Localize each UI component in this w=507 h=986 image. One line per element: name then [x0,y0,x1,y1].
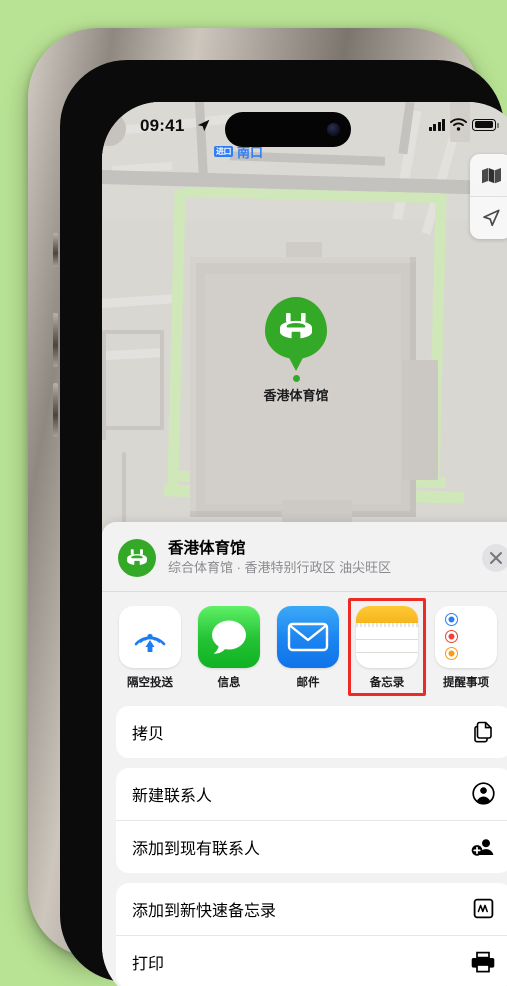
messages-icon [198,605,260,668]
map-place-pin[interactable]: 香港体育馆 [236,297,356,404]
action-row-print[interactable]: 打印 [116,934,507,986]
page-subtitle: 综合体育馆 · 香港特别行政区 油尖旺区 [168,560,392,576]
action-label: 添加到新快速备忘录 [132,902,277,920]
status-icons [428,118,499,131]
volume-down-button[interactable] [53,383,58,437]
phone-screen: 进口 南口 香港体育馆 09:41 香港体育馆 综合体育馆 · 香港特别行政区 … [102,102,507,986]
map-controls [470,154,507,239]
share-sheet-header: 香港体育馆 综合体育馆 · 香港特别行政区 油尖旺区 [102,522,507,591]
share-action-list: 拷贝 新建联系人 添加到现有联系人 添加到新快速备忘录 打印 [102,700,507,986]
phone-bezel: 进口 南口 香港体育馆 09:41 香港体育馆 综合体育馆 · 香港特别行政区 … [60,60,507,986]
front-camera-icon [327,123,340,136]
person-badge-plus-icon [470,834,496,860]
printer-icon [470,949,496,975]
action-label: 拷贝 [132,725,165,743]
pin-bubble [265,297,327,359]
person-circle-icon [470,781,496,807]
close-icon [490,552,502,564]
navigation-arrow-icon [483,209,500,227]
share-target-label: 隔空投送 [127,676,173,689]
share-app-row[interactable]: 隔空投送 信息 邮件 备忘录 提醒事项 [102,591,507,700]
mail-icon [277,605,339,668]
action-row-add-quick-note[interactable]: 添加到新快速备忘录 [116,883,507,935]
dynamic-island [225,112,351,147]
avatar [118,539,156,577]
action-row-add-existing-contact[interactable]: 添加到现有联系人 [116,819,507,873]
pin-label: 香港体育馆 [263,388,329,403]
action-label: 打印 [132,955,165,973]
share-target-messages[interactable]: 信息 [198,605,260,690]
reminders-icon [435,605,497,668]
share-target-label: 邮件 [296,676,320,689]
action-label: 新建联系人 [132,787,213,805]
close-button[interactable] [482,544,507,572]
locate-me-button[interactable] [470,196,507,239]
action-group-notes: 添加到新快速备忘录 打印 [116,882,507,986]
action-label: 添加到现有联系人 [132,840,261,858]
pin-anchor-dot [292,375,300,382]
share-target-mail[interactable]: 邮件 [277,605,339,690]
share-sheet: 香港体育馆 综合体育馆 · 香港特别行政区 油尖旺区 隔空投送 信息 邮件 备忘… [102,522,507,986]
location-arrow-icon [197,119,210,132]
share-target-notes[interactable]: 备忘录 [348,597,426,696]
airdrop-icon [119,605,181,668]
cellular-bars-icon [428,119,445,131]
share-target-label: 提醒事项 [443,676,489,689]
screenshot-root: 进口 南口 香港体育馆 09:41 香港体育馆 综合体育馆 · 香港特别行政区 … [0,0,507,986]
share-target-label: 信息 [217,676,241,689]
map-type-button[interactable] [470,154,507,196]
share-target-airdrop[interactable]: 隔空投送 [119,605,181,690]
folded-map-icon [481,167,501,183]
wifi-icon [450,118,467,131]
stadium-icon [280,313,312,340]
quick-note-icon [470,896,496,922]
action-group-contacts: 新建联系人 添加到现有联系人 [116,767,507,873]
copy-icon [470,719,496,745]
action-button[interactable] [53,233,58,267]
action-row-new-contact[interactable]: 新建联系人 [116,768,507,820]
page-title: 香港体育馆 [168,540,246,558]
share-target-label: 备忘录 [369,676,405,689]
action-group-copy: 拷贝 [116,705,507,758]
phone-frame: 进口 南口 香港体育馆 09:41 香港体育馆 综合体育馆 · 香港特别行政区 … [28,28,507,986]
share-sheet-titles: 香港体育馆 综合体育馆 · 香港特别行政区 油尖旺区 [168,539,482,577]
action-row-copy[interactable]: 拷贝 [116,706,507,758]
stadium-icon [127,549,147,566]
status-bar: 09:41 [102,102,507,156]
volume-up-button[interactable] [53,313,58,367]
share-target-reminders[interactable]: 提醒事项 [435,605,497,690]
notes-icon [356,605,418,668]
status-time: 09:41 [140,116,185,135]
battery-icon [472,118,499,131]
